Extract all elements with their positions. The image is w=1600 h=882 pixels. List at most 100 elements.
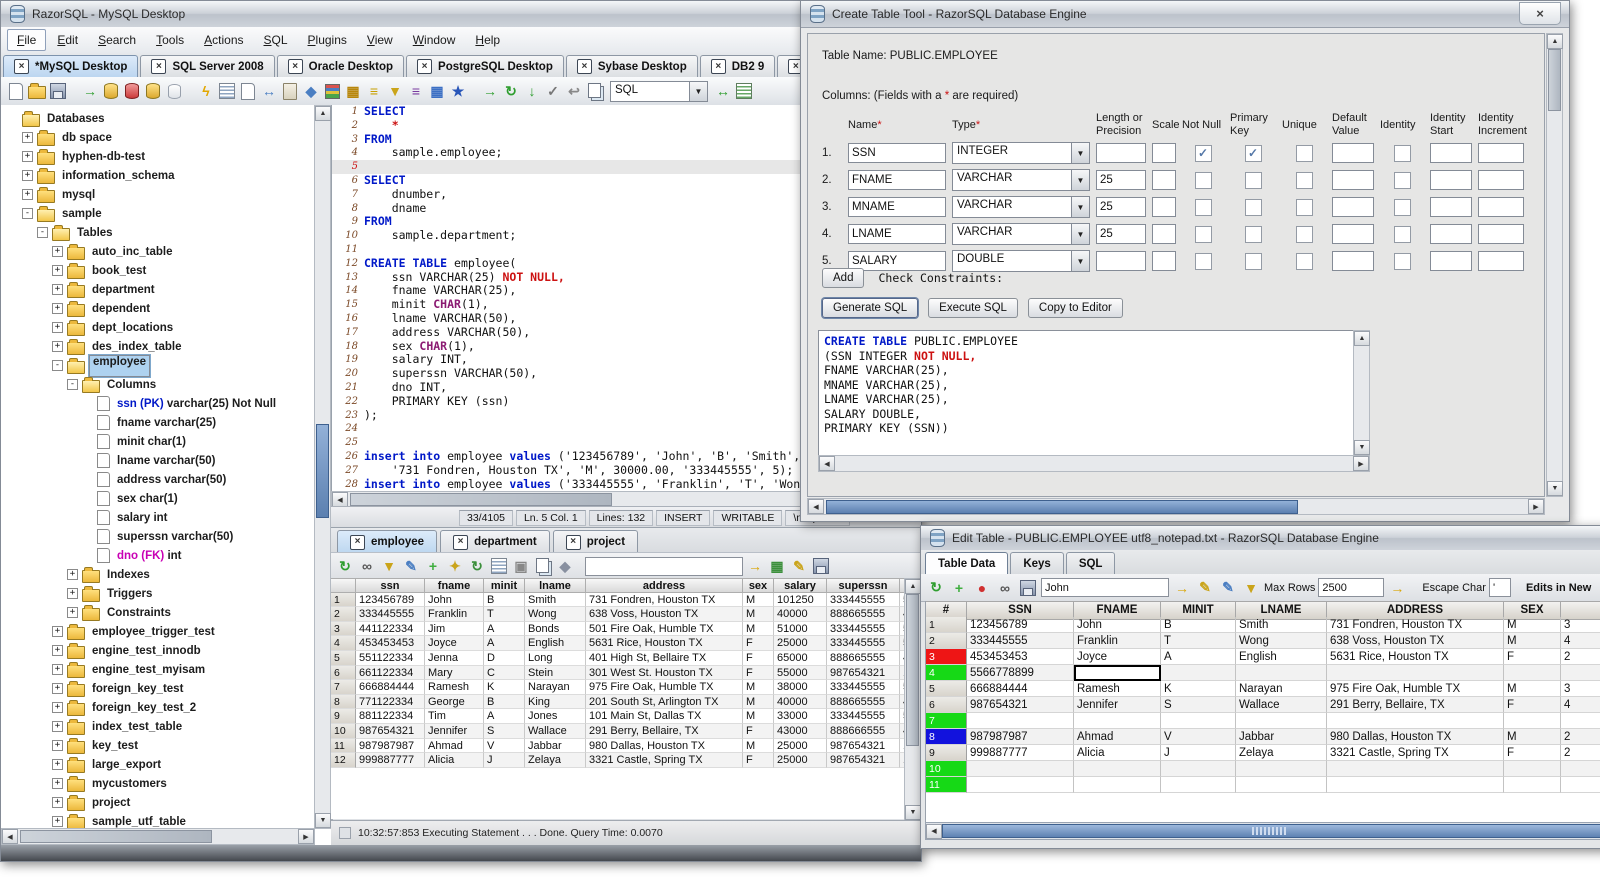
chevron-down-icon[interactable]: ▼ xyxy=(1071,143,1089,163)
plus-toggle-icon[interactable]: + xyxy=(52,721,63,732)
primary-key-checkbox[interactable] xyxy=(1244,171,1262,189)
cell[interactable]: 3 xyxy=(1561,681,1600,697)
tree-item-mysql[interactable]: + mysql xyxy=(1,185,315,204)
edit-table-grid[interactable]: # SSN FNAME MINIT LNAME ADDRESS SEX 1 123456789 J… xyxy=(925,601,1600,822)
cell[interactable]: 987654321 xyxy=(827,753,900,768)
table-row[interactable]: 8 771122334 George B King 201 South St, Arlin… xyxy=(331,694,905,710)
cell[interactable]: 987987987 xyxy=(356,738,425,754)
scroll-up-icon[interactable]: ▲ xyxy=(315,106,331,121)
cell[interactable]: 3 xyxy=(1561,617,1600,633)
primary-key-checkbox[interactable] xyxy=(1244,225,1262,243)
tab-close-icon[interactable]: × xyxy=(576,59,592,74)
tree-item-dept-locations[interactable]: + dept_locations xyxy=(1,318,315,337)
cell[interactable]: Jabbar xyxy=(1236,729,1327,745)
tree-vertical-scrollbar[interactable]: ▲ ▼ xyxy=(314,105,331,829)
cell[interactable]: Ahmad xyxy=(425,738,484,754)
edit-copy-icon[interactable]: ✎ xyxy=(1218,578,1238,597)
cell[interactable]: 123456789 xyxy=(356,592,425,608)
identity-start-input[interactable] xyxy=(1430,197,1472,217)
table-row[interactable]: 7 666884444 Ramesh K Narayan 975 Fire Oak, Hu… xyxy=(331,680,905,695)
plus-toggle-icon[interactable]: + xyxy=(22,132,33,143)
cell[interactable]: Zelaya xyxy=(1236,745,1327,761)
cell[interactable]: 123456789 xyxy=(967,617,1074,633)
cell[interactable] xyxy=(1561,761,1600,777)
scroll-left-icon[interactable]: ◀ xyxy=(2,829,18,844)
tree-item-employee-trigger-test[interactable]: + employee_trigger_test xyxy=(1,622,315,641)
scroll-right-icon[interactable]: ▶ xyxy=(298,829,314,844)
sql-horizontal-scrollbar[interactable]: ◀ ▶ xyxy=(818,455,1370,472)
tree-item-engine-test-innodb[interactable]: + engine_test_innodb xyxy=(1,641,315,660)
main-titlebar[interactable]: RazorSQL - MySQL Desktop xyxy=(1,1,921,28)
cell[interactable]: 43000 xyxy=(774,723,827,739)
cell[interactable]: A xyxy=(484,709,525,724)
table-row[interactable]: 4 5566778899 xyxy=(926,665,1600,681)
cell[interactable]: 888665555 xyxy=(827,650,900,666)
not-null-checkbox[interactable] xyxy=(1194,225,1212,243)
tree-hscroll-thumb[interactable] xyxy=(20,830,212,843)
cell[interactable]: Jim xyxy=(425,621,484,637)
results-search-input[interactable] xyxy=(585,556,743,576)
unique-checkbox[interactable] xyxy=(1295,171,1313,189)
cell[interactable]: 987654321 xyxy=(967,697,1074,713)
cell[interactable]: Tim xyxy=(425,709,484,724)
length-precision-input[interactable] xyxy=(1096,143,1146,163)
cell[interactable] xyxy=(1236,713,1327,729)
execute-script-icon[interactable]: ϟ xyxy=(196,82,216,101)
export-table-icon[interactable]: ▦ xyxy=(767,557,787,576)
cell[interactable]: Alicia xyxy=(1074,745,1161,761)
cell[interactable]: 101 Main St, Dallas TX xyxy=(586,709,743,724)
cell[interactable]: Alicia xyxy=(425,753,484,768)
connection-outline-icon[interactable] xyxy=(164,82,184,101)
tree-item-indexes[interactable]: + Indexes xyxy=(1,565,315,584)
plus-toggle-icon[interactable]: + xyxy=(52,626,63,637)
cell[interactable] xyxy=(1161,665,1236,681)
edit-table-horizontal-scrollbar[interactable]: ◀ xyxy=(925,822,1600,840)
cell[interactable]: B xyxy=(484,694,525,710)
escape-char-input[interactable]: ' xyxy=(1488,578,1511,597)
import-connection-icon[interactable]: → xyxy=(80,82,100,101)
cell[interactable] xyxy=(1161,777,1236,793)
identity-checkbox[interactable] xyxy=(1393,225,1411,243)
identity-increment-input[interactable] xyxy=(1478,197,1524,217)
not-null-checkbox[interactable]: ✓ xyxy=(1194,144,1212,162)
window-horizontal-scrollbar[interactable]: ◀ ▶ xyxy=(807,498,1545,515)
edit-tab-table-data[interactable]: Table Data xyxy=(925,552,1009,574)
identity-start-input[interactable] xyxy=(1430,224,1472,244)
scale-input[interactable] xyxy=(1152,251,1176,271)
cell[interactable]: Mary xyxy=(425,665,484,681)
new-connection-icon[interactable] xyxy=(101,82,121,101)
menu-actions[interactable]: Actions xyxy=(195,30,252,50)
open-file-icon[interactable] xyxy=(27,82,47,101)
cell[interactable]: 40000 xyxy=(774,607,827,622)
cell[interactable]: 638 Voss, Houston TX xyxy=(586,607,743,622)
scale-input[interactable] xyxy=(1152,143,1176,163)
cell[interactable]: M xyxy=(1504,681,1561,697)
cell[interactable]: 51000 xyxy=(774,621,827,637)
unique-checkbox[interactable] xyxy=(1295,225,1313,243)
cell[interactable]: Ahmad xyxy=(1074,729,1161,745)
unique-checkbox[interactable] xyxy=(1295,198,1313,216)
tree-horizontal-scrollbar[interactable]: ◀ ▶ xyxy=(1,828,315,845)
plus-toggle-icon[interactable]: + xyxy=(67,607,78,618)
edit-tab-sql[interactable]: SQL xyxy=(1065,552,1116,574)
execute-forward-icon[interactable]: → xyxy=(480,82,500,101)
default-value-input[interactable] xyxy=(1332,251,1374,271)
cell[interactable]: Zelaya xyxy=(525,753,586,768)
plus-toggle-icon[interactable]: + xyxy=(52,683,63,694)
cell[interactable] xyxy=(1074,665,1161,681)
cell[interactable] xyxy=(1236,777,1327,793)
view-row-icon[interactable]: ∞ xyxy=(995,578,1015,597)
tab-close-icon[interactable]: × xyxy=(287,59,303,74)
cell[interactable]: Jones xyxy=(525,709,586,724)
cell[interactable]: 5566778899 xyxy=(967,665,1074,681)
default-value-input[interactable] xyxy=(1332,224,1374,244)
plus-toggle-icon[interactable]: + xyxy=(52,341,63,352)
menu-view[interactable]: View xyxy=(358,30,402,50)
connection-tab-db2-9[interactable]: × DB2 9 xyxy=(699,55,776,77)
table-row[interactable]: 11 xyxy=(926,777,1600,793)
primary-key-checkbox[interactable] xyxy=(1244,198,1262,216)
unique-checkbox[interactable] xyxy=(1295,144,1313,162)
cell[interactable]: Franklin xyxy=(1074,633,1161,649)
cell[interactable]: 987654321 xyxy=(827,665,900,681)
cell[interactable]: 333445555 xyxy=(967,633,1074,649)
